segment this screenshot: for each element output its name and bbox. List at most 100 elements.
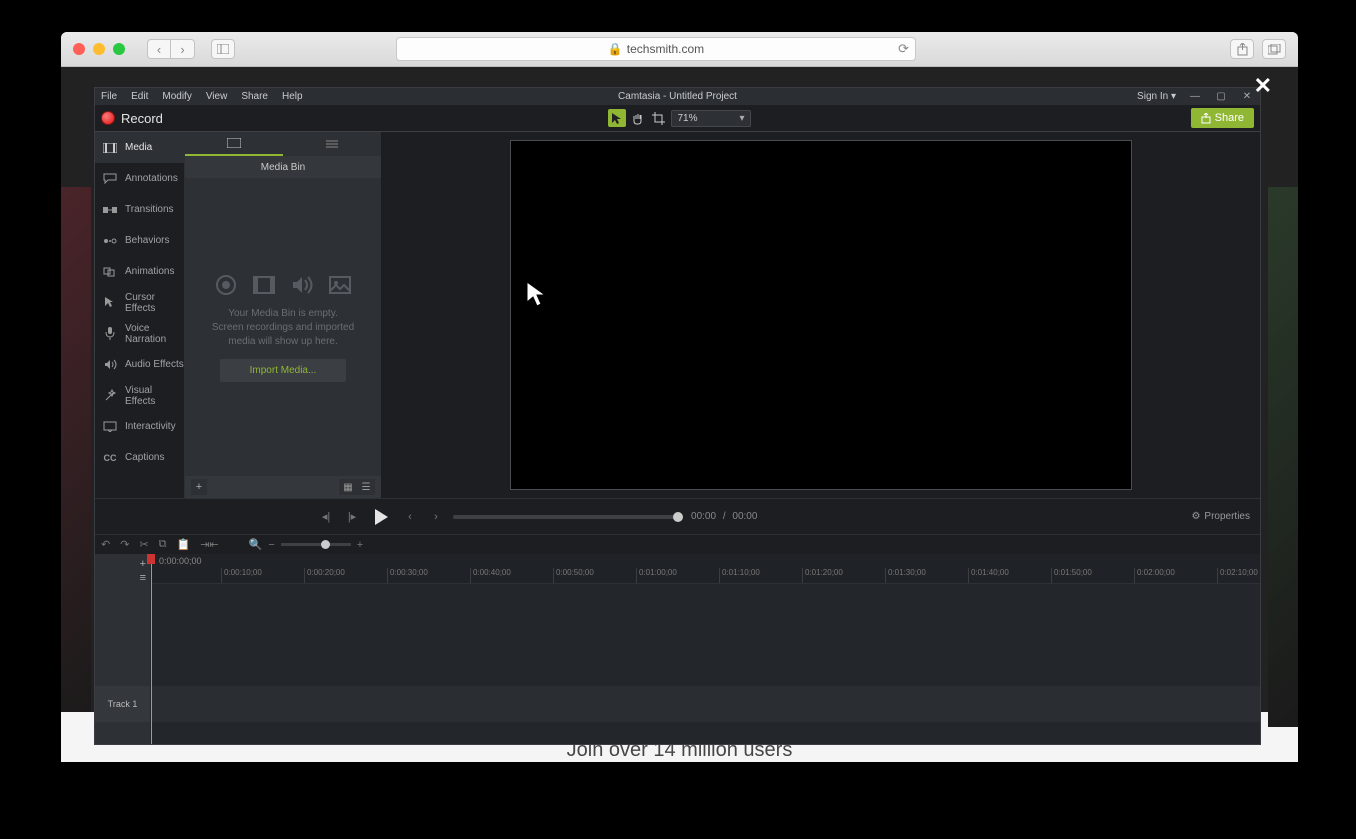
cut-button[interactable]: ✂: [139, 538, 148, 551]
forward-button[interactable]: ›: [171, 39, 195, 59]
menu-modify[interactable]: Modify: [162, 91, 191, 102]
track-row[interactable]: [151, 686, 1260, 722]
menu-file[interactable]: File: [101, 91, 117, 102]
tool-sidebar: Media Annotations Transitions Behaviors …: [95, 132, 185, 498]
redo-button[interactable]: ↷: [120, 538, 129, 551]
playback-scrubber[interactable]: [453, 515, 683, 519]
next-frame-button[interactable]: |▸: [343, 508, 361, 526]
sidebar-item-captions[interactable]: CCCaptions: [95, 442, 184, 473]
timeline-tick: 0:02:10;00: [1217, 568, 1258, 583]
menu-help[interactable]: Help: [282, 91, 303, 102]
record-button[interactable]: Record: [101, 111, 163, 126]
paste-button[interactable]: 📋: [177, 538, 191, 551]
timeline-tick: 0:01:10;00: [719, 568, 760, 583]
timeline-body[interactable]: 0:00:00;00 0:00:10;00 0:00:20;00 0:00:30;0…: [151, 554, 1260, 744]
timeline-tick: 0:01:20;00: [802, 568, 843, 583]
menu-view[interactable]: View: [206, 91, 228, 102]
record-icon: [101, 111, 115, 125]
menu-edit[interactable]: Edit: [131, 91, 148, 102]
lock-icon: 🔒: [608, 42, 623, 56]
panel-tab-bin[interactable]: [185, 132, 283, 156]
mic-icon: [103, 328, 117, 340]
timeline-tick: 0:02:00;00: [1134, 568, 1175, 583]
sidebar-item-animations[interactable]: Animations: [95, 256, 184, 287]
timeline-tick: 0:00:50;00: [553, 568, 594, 583]
close-window-button[interactable]: [73, 43, 85, 55]
wand-icon: [103, 390, 117, 402]
sidebar-item-audio-effects[interactable]: Audio Effects: [95, 349, 184, 380]
timeline-tick: 0:01:30;00: [885, 568, 926, 583]
sidebar-item-media[interactable]: Media: [95, 132, 184, 163]
app-menubar: File Edit Modify View Share Help Camtasi…: [95, 88, 1260, 105]
track-menu-button[interactable]: ≡: [140, 572, 146, 584]
audio-type-icon: [290, 273, 314, 297]
back-button[interactable]: ‹: [147, 39, 171, 59]
minimize-window-button[interactable]: [93, 43, 105, 55]
sign-in-link[interactable]: Sign In ▾: [1137, 91, 1176, 102]
share-icon: [1201, 113, 1211, 124]
sidebar-item-annotations[interactable]: Annotations: [95, 163, 184, 194]
sidebar-button[interactable]: [211, 39, 235, 59]
timeline-ruler[interactable]: 0:00:00;00 0:00:10;00 0:00:20;00 0:00:30;0…: [151, 554, 1260, 584]
sidebar-item-interactivity[interactable]: Interactivity: [95, 411, 184, 442]
list-view-button[interactable]: ☰: [357, 479, 375, 495]
canvas-area: [381, 132, 1260, 498]
url-bar[interactable]: 🔒 techsmith.com ⟳: [396, 37, 916, 61]
pan-tool[interactable]: [629, 109, 647, 127]
copy-button[interactable]: ⧉: [159, 538, 167, 551]
app-maximize-button[interactable]: ▢: [1214, 90, 1228, 104]
cursor-pointer-icon: [525, 280, 547, 308]
browser-toolbar: ‹ › 🔒 techsmith.com ⟳: [61, 32, 1298, 67]
panel-tab-library[interactable]: [283, 132, 381, 156]
crop-tool[interactable]: [650, 109, 668, 127]
share-page-button[interactable]: [1230, 39, 1254, 59]
window-controls: [73, 43, 125, 55]
sidebar-item-voice-narration[interactable]: Voice Narration: [95, 318, 184, 349]
step-forward-button[interactable]: ›: [427, 508, 445, 526]
timeline: + ≡ Track 1 0:00:00;00 0:00:10;00 0:00:20…: [95, 554, 1260, 744]
preview-canvas[interactable]: [510, 140, 1132, 490]
animations-icon: [103, 266, 117, 278]
timeline-tick: 0:00:30;00: [387, 568, 428, 583]
track-label[interactable]: Track 1: [95, 686, 150, 722]
prev-frame-button[interactable]: ◂|: [317, 508, 335, 526]
zoom-select[interactable]: 71%: [671, 110, 751, 127]
annotations-icon: [103, 173, 117, 185]
play-button[interactable]: [369, 505, 393, 529]
sidebar-item-cursor-effects[interactable]: Cursor Effects: [95, 287, 184, 318]
playback-bar: ◂| |▸ ‹ › 00:00 / 00:00 ⚙ Properties: [95, 498, 1260, 534]
sidebar-item-visual-effects[interactable]: Visual Effects: [95, 380, 184, 411]
media-icon: [103, 142, 117, 154]
playhead[interactable]: [151, 554, 152, 744]
zoom-in-button[interactable]: +: [357, 539, 363, 551]
grid-view-button[interactable]: ▦: [339, 479, 357, 495]
timeline-toolbar: ↶ ↷ ✂ ⧉ 📋 ⇥⇤ 🔍 − +: [95, 534, 1260, 554]
record-type-icon: [214, 273, 238, 297]
timeline-tick: 0:00:20;00: [304, 568, 345, 583]
step-back-button[interactable]: ‹: [401, 508, 419, 526]
tabs-button[interactable]: [1262, 39, 1286, 59]
undo-button[interactable]: ↶: [101, 538, 110, 551]
split-button[interactable]: ⇥⇤: [200, 538, 218, 551]
import-media-button[interactable]: Import Media...: [220, 359, 347, 382]
app-minimize-button[interactable]: —: [1188, 90, 1202, 104]
select-tool[interactable]: [608, 109, 626, 127]
maximize-window-button[interactable]: [113, 43, 125, 55]
sidebar-item-behaviors[interactable]: Behaviors: [95, 225, 184, 256]
share-label: Share: [1215, 112, 1244, 124]
properties-button[interactable]: ⚙ Properties: [1191, 511, 1250, 522]
app-toolbar: Record 71% Share: [95, 105, 1260, 132]
reload-icon[interactable]: ⟳: [898, 41, 909, 57]
share-button[interactable]: Share: [1191, 108, 1254, 128]
sidebar-item-transitions[interactable]: Transitions: [95, 194, 184, 225]
media-panel: Media Bin Your Media Bin is empty. Scree…: [185, 132, 381, 498]
add-track-button[interactable]: +: [140, 558, 146, 570]
close-modal-icon[interactable]: ✕: [1254, 73, 1272, 99]
playhead-time: 0:00:00;00: [159, 556, 202, 566]
add-media-button[interactable]: +: [191, 479, 207, 495]
menu-share[interactable]: Share: [241, 91, 268, 102]
timeline-tick: 0:00:10;00: [221, 568, 262, 583]
app-close-button[interactable]: ✕: [1240, 90, 1254, 104]
zoom-out-button[interactable]: −: [268, 539, 274, 551]
timeline-zoom-slider[interactable]: [281, 543, 351, 546]
